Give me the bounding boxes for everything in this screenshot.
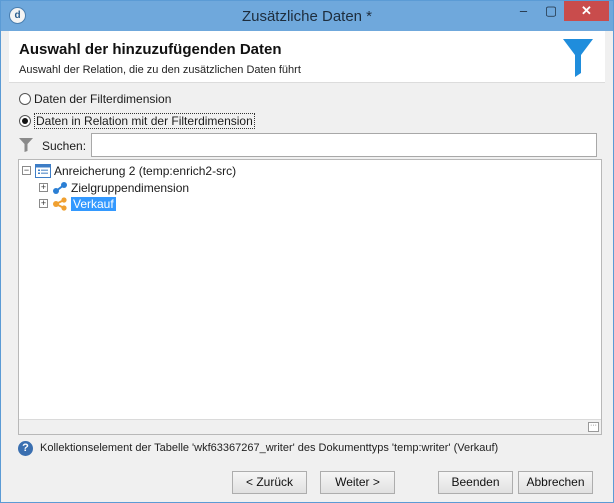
option-filter-dimension[interactable]: Daten der Filterdimension bbox=[19, 91, 171, 107]
tree-status-strip: ··· bbox=[19, 419, 601, 434]
tree-root-node[interactable]: − Anreicherung 2 (temp:enrich2-src) bbox=[22, 162, 236, 179]
option-related-data[interactable]: Daten in Relation mit der Filterdimensio… bbox=[19, 113, 255, 129]
expand-icon[interactable]: + bbox=[39, 199, 48, 208]
finish-button[interactable]: Beenden bbox=[438, 471, 513, 494]
tree-node-label-selected: Verkauf bbox=[71, 196, 116, 211]
collapse-icon[interactable]: − bbox=[22, 166, 31, 175]
info-text: Kollektionselement der Tabelle 'wkf63367… bbox=[40, 442, 499, 454]
help-icon: ? bbox=[18, 441, 33, 456]
radio-filter-dimension[interactable] bbox=[19, 93, 31, 105]
tree-root-label: Anreicherung 2 (temp:enrich2-src) bbox=[54, 163, 237, 178]
radio-related-data[interactable] bbox=[19, 115, 31, 127]
header-title: Auswahl der hinzuzufügenden Daten bbox=[19, 41, 282, 58]
minimize-button[interactable]: – bbox=[510, 1, 537, 21]
filter-icon bbox=[19, 138, 33, 152]
share-node-icon bbox=[52, 196, 68, 211]
tree-node-verkauf[interactable]: + Verkauf bbox=[39, 195, 116, 212]
title-bar[interactable]: d Zusätzliche Daten * – ▢ ✕ bbox=[1, 1, 613, 31]
funnel-icon bbox=[563, 39, 593, 77]
link-node-icon bbox=[52, 181, 68, 195]
close-button[interactable]: ✕ bbox=[564, 1, 609, 21]
option-related-data-label: Daten in Relation mit der Filterdimensio… bbox=[34, 113, 255, 129]
list-icon bbox=[35, 163, 51, 178]
cancel-button[interactable]: Abbrechen bbox=[518, 471, 593, 494]
relation-tree[interactable]: − Anreicherung 2 (temp:enrich2-src) + Zi… bbox=[18, 159, 602, 435]
expand-icon[interactable]: + bbox=[39, 183, 48, 192]
back-button[interactable]: < Zurück bbox=[232, 471, 307, 494]
next-button[interactable]: Weiter > bbox=[320, 471, 395, 494]
wizard-header: Auswahl der hinzuzufügenden Daten Auswah… bbox=[9, 31, 605, 83]
tree-node-label: Zielgruppendimension bbox=[71, 180, 190, 195]
maximize-button[interactable]: ▢ bbox=[538, 1, 564, 21]
more-options-icon[interactable]: ··· bbox=[588, 422, 599, 432]
search-label: Suchen: bbox=[42, 139, 87, 153]
option-filter-dimension-label: Daten der Filterdimension bbox=[34, 92, 172, 106]
search-input[interactable] bbox=[91, 133, 597, 157]
header-subtitle: Auswahl der Relation, die zu den zusätzl… bbox=[19, 64, 301, 76]
dialog-window: d Zusätzliche Daten * – ▢ ✕ Auswahl der … bbox=[0, 0, 614, 503]
tree-node-zielgruppendimension[interactable]: + Zielgruppendimension bbox=[39, 179, 189, 196]
